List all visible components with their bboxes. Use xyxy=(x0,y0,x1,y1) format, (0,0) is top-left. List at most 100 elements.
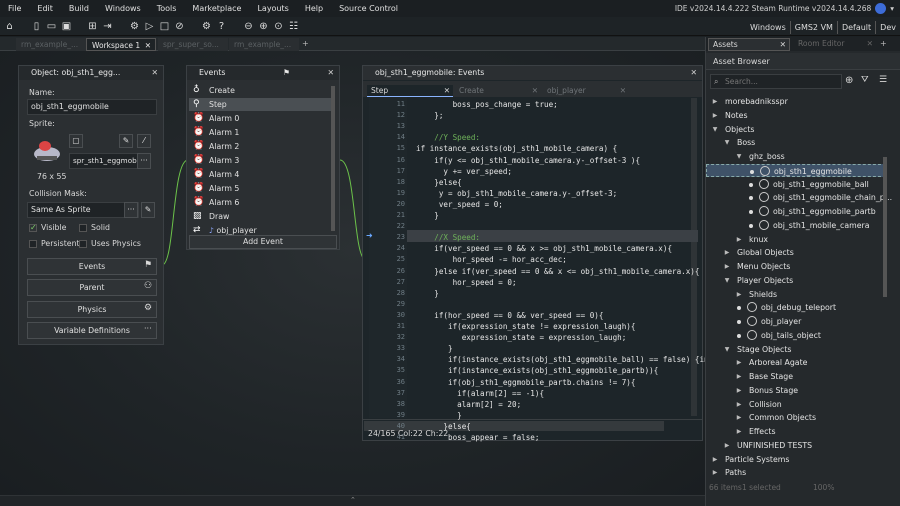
code-line[interactable]: if(obj_sth1_eggmobile_partb.chains != 7)… xyxy=(416,377,635,388)
clean-icon[interactable]: ⊘ xyxy=(173,20,186,33)
code-line[interactable]: } xyxy=(416,343,453,354)
tree-object[interactable]: obj_sth1_eggmobile_ball xyxy=(706,178,886,191)
stop-icon[interactable]: □ xyxy=(158,20,171,33)
code-tab-create[interactable]: Create ✕ xyxy=(455,85,541,97)
code-line[interactable]: }else{ xyxy=(416,421,470,432)
event-item[interactable]: ⏰ Alarm 6 xyxy=(189,196,333,209)
code-line[interactable]: if(ver_speed == 0 && x >= obj_sth1_mobil… xyxy=(416,243,672,254)
code-line[interactable]: if(expression_state != expression_laugh)… xyxy=(416,321,635,332)
code-line[interactable]: //X Speed: xyxy=(416,232,480,243)
expand-icon[interactable]: ⌃ xyxy=(350,496,356,504)
avatar[interactable] xyxy=(875,3,887,14)
close-icon[interactable]: ✕ xyxy=(532,85,538,97)
tree-folder[interactable]: ▶ Arboreal Agate xyxy=(706,356,886,369)
zoom-level[interactable]: 100% xyxy=(813,483,834,492)
chevron-down-icon[interactable]: ▼ xyxy=(735,150,743,163)
filter-icon[interactable]: ⛛ xyxy=(861,75,869,85)
tree-folder[interactable]: ▼ Boss xyxy=(706,136,886,149)
code-line[interactable]: expression_state = expression_laugh; xyxy=(416,332,627,343)
tree-folder[interactable]: ▶ Base Stage xyxy=(706,370,886,383)
code-line[interactable]: }; xyxy=(416,110,443,121)
chevron-down-icon[interactable]: ▼ xyxy=(711,123,719,136)
chevron-right-icon[interactable]: ▶ xyxy=(711,466,719,479)
menu-help[interactable]: Help xyxy=(297,0,331,17)
code-line[interactable]: hor_speed -= hor_acc_dec; xyxy=(416,254,567,265)
code-line[interactable]: if(hor_speed == 0 && ver_speed == 0){ xyxy=(416,310,603,321)
close-icon[interactable]: ✕ xyxy=(867,38,873,49)
menu-marketplace[interactable]: Marketplace xyxy=(184,0,249,17)
chevron-right-icon[interactable]: ▶ xyxy=(735,398,743,411)
menu-layouts[interactable]: Layouts xyxy=(249,0,296,17)
workspace-tab-active[interactable]: Workspace 1 ✕ xyxy=(86,38,156,51)
settings-icon[interactable]: ⚙ xyxy=(200,20,213,33)
menu-source-control[interactable]: Source Control xyxy=(331,0,406,17)
target-config[interactable]: Default xyxy=(836,21,875,34)
chevron-right-icon[interactable]: ▶ xyxy=(711,453,719,466)
zoom-reset-icon[interactable]: ⊙ xyxy=(272,20,285,33)
asset-scrollbar[interactable] xyxy=(883,157,887,297)
physics-button[interactable]: Physics xyxy=(27,301,157,318)
code-scrollbar[interactable] xyxy=(691,98,697,416)
debug-icon[interactable]: ⚙ xyxy=(128,20,141,33)
sprite-select[interactable]: spr_sth1_eggmobile xyxy=(69,153,145,169)
chevron-right-icon[interactable]: ▶ xyxy=(735,370,743,383)
chevron-right-icon[interactable]: ▶ xyxy=(735,233,743,246)
close-icon[interactable]: ✕ xyxy=(620,85,626,97)
search-text[interactable] xyxy=(725,76,837,87)
workspace-tab[interactable]: rm_example_... xyxy=(229,38,299,51)
code-line[interactable]: if(instance_exists(obj_sth1_eggmobile_ba… xyxy=(416,354,736,365)
tree-folder[interactable]: ▶ UNFINISHED TESTS xyxy=(706,439,886,452)
tree-folder[interactable]: ▶ Shields xyxy=(706,288,886,301)
chevron-right-icon[interactable]: ▶ xyxy=(711,95,719,108)
workspace-tab[interactable]: spr_super_so... xyxy=(158,38,228,51)
tree-folder[interactable]: ▶ Common Objects xyxy=(706,411,886,424)
tree-object[interactable]: obj_tails_object xyxy=(706,329,886,342)
menu-edit[interactable]: Edit xyxy=(29,0,61,17)
event-item[interactable]: ♁ Create xyxy=(189,84,333,97)
tree-object[interactable]: obj_player xyxy=(706,315,886,328)
zoom-out-icon[interactable]: ⊖ xyxy=(242,20,255,33)
code-line[interactable]: alarm[2] = 20; xyxy=(416,399,521,410)
workspace-tab[interactable]: rm_example_... xyxy=(16,38,86,51)
close-icon[interactable]: ✕ xyxy=(151,66,158,80)
zoom-in-icon[interactable]: ⊕ xyxy=(257,20,270,33)
edit-sprite-icon[interactable]: ✎ xyxy=(119,134,133,148)
menu-file[interactable]: File xyxy=(0,0,29,17)
chevron-right-icon[interactable]: ▶ xyxy=(735,288,743,301)
chevron-right-icon[interactable]: ▶ xyxy=(723,260,731,273)
code-tab-obj-player[interactable]: obj_player ✕ xyxy=(543,85,629,97)
tree-folder[interactable]: ▶ Effects xyxy=(706,425,886,438)
chevron-right-icon[interactable]: ▶ xyxy=(735,356,743,369)
code-line[interactable]: } xyxy=(416,288,439,299)
object-name-field[interactable]: obj_sth1_eggmobile xyxy=(27,99,157,115)
search-input[interactable]: ⌕ xyxy=(710,74,842,89)
code-line[interactable]: if(y <= obj_sth1_mobile_camera.y-_offset… xyxy=(416,155,640,166)
chevron-down-icon[interactable]: ▼ xyxy=(723,136,731,149)
tree-object[interactable]: obj_sth1_mobile_camera xyxy=(706,219,886,232)
parent-button[interactable]: Parent xyxy=(27,279,157,296)
event-item[interactable]: ⏰ Alarm 3 xyxy=(189,154,333,167)
home-icon[interactable]: ⌂ xyxy=(3,20,16,33)
menu-tools[interactable]: Tools xyxy=(149,0,185,17)
tree-object[interactable]: obj_sth1_eggmobile_partb xyxy=(706,205,886,218)
target-bar[interactable]: Windows GMS2 VM Default Dev xyxy=(746,21,900,34)
events-scrollbar[interactable] xyxy=(331,86,335,231)
tree-folder[interactable]: ▼ Stage Objects xyxy=(706,343,886,356)
gamepad-icon[interactable]: ☷ xyxy=(287,20,300,33)
uses-physics-checkbox[interactable] xyxy=(79,240,87,248)
events-button[interactable]: Events xyxy=(27,258,157,275)
collision-menu-button[interactable]: ··· xyxy=(124,202,138,218)
add-asset-icon[interactable]: ⊕ xyxy=(845,75,853,86)
tree-object[interactable]: obj_debug_teleport xyxy=(706,301,886,314)
chevron-right-icon[interactable]: ▶ xyxy=(723,246,731,259)
tree-folder[interactable]: ▼ ghz_boss xyxy=(706,150,886,163)
event-item[interactable]: ⏰ Alarm 0 xyxy=(189,112,333,125)
tree-object[interactable]: obj_sth1_eggmobile xyxy=(706,163,886,177)
event-item[interactable]: ⏰ Alarm 4 xyxy=(189,168,333,181)
tree-folder[interactable]: ▶ Menu Objects xyxy=(706,260,886,273)
close-icon[interactable]: ✕ xyxy=(780,39,786,50)
tree-folder[interactable]: ▶ knux xyxy=(706,233,886,246)
tree-folder[interactable]: ▶ Collision xyxy=(706,398,886,411)
export-icon[interactable]: ⇥ xyxy=(101,20,114,33)
add-event-button[interactable]: Add Event xyxy=(189,235,337,249)
